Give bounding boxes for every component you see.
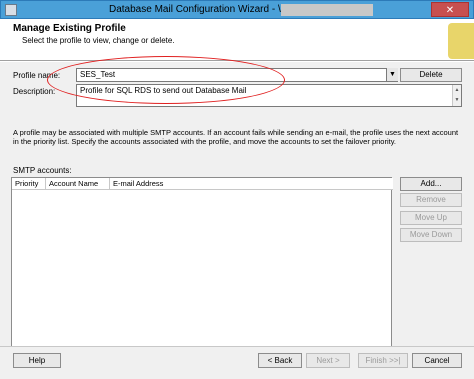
description-scrollbar[interactable]: ▲ ▼ — [452, 85, 461, 106]
info-text: A profile may be associated with multipl… — [13, 128, 459, 146]
close-window-button[interactable]: ✕ — [431, 2, 469, 17]
smtp-accounts-table[interactable]: Priority Account Name E-mail Address — [11, 177, 393, 347]
annotation-oval — [47, 56, 285, 104]
remove-account-button[interactable]: Remove — [400, 193, 462, 207]
next-button[interactable]: Next > — [306, 353, 350, 368]
smtp-accounts-label: SMTP accounts: — [13, 166, 72, 175]
page-title: Manage Existing Profile — [13, 23, 126, 34]
redacted-server-name — [281, 4, 373, 16]
window-title: Database Mail Configuration Wizard - \ — [109, 4, 281, 15]
column-header-account-name[interactable]: Account Name — [46, 178, 110, 190]
footer-divider — [0, 346, 474, 347]
cancel-button[interactable]: Cancel — [412, 353, 462, 368]
wizard-art-icon — [448, 23, 474, 59]
column-header-priority[interactable]: Priority — [12, 178, 46, 190]
back-button[interactable]: < Back — [258, 353, 302, 368]
page-subtitle: Select the profile to view, change or de… — [22, 36, 175, 45]
app-icon — [5, 4, 17, 16]
description-label: Description: — [13, 87, 56, 96]
chevron-down-icon[interactable]: ▼ — [386, 68, 398, 81]
wizard-body: Profile name: SES_Test ▼ Delete Descript… — [0, 56, 474, 379]
column-header-email-address[interactable]: E-mail Address — [110, 178, 393, 190]
delete-button[interactable]: Delete — [400, 68, 462, 82]
add-account-button[interactable]: Add... — [400, 177, 462, 191]
finish-button[interactable]: Finish >>| — [358, 353, 408, 368]
help-button[interactable]: Help — [13, 353, 61, 368]
wizard-header: Manage Existing Profile Select the profi… — [0, 19, 474, 61]
window-titlebar: Database Mail Configuration Wizard - \ ✕ — [0, 0, 474, 19]
move-down-button[interactable]: Move Down — [400, 228, 462, 242]
move-up-button[interactable]: Move Up — [400, 211, 462, 225]
